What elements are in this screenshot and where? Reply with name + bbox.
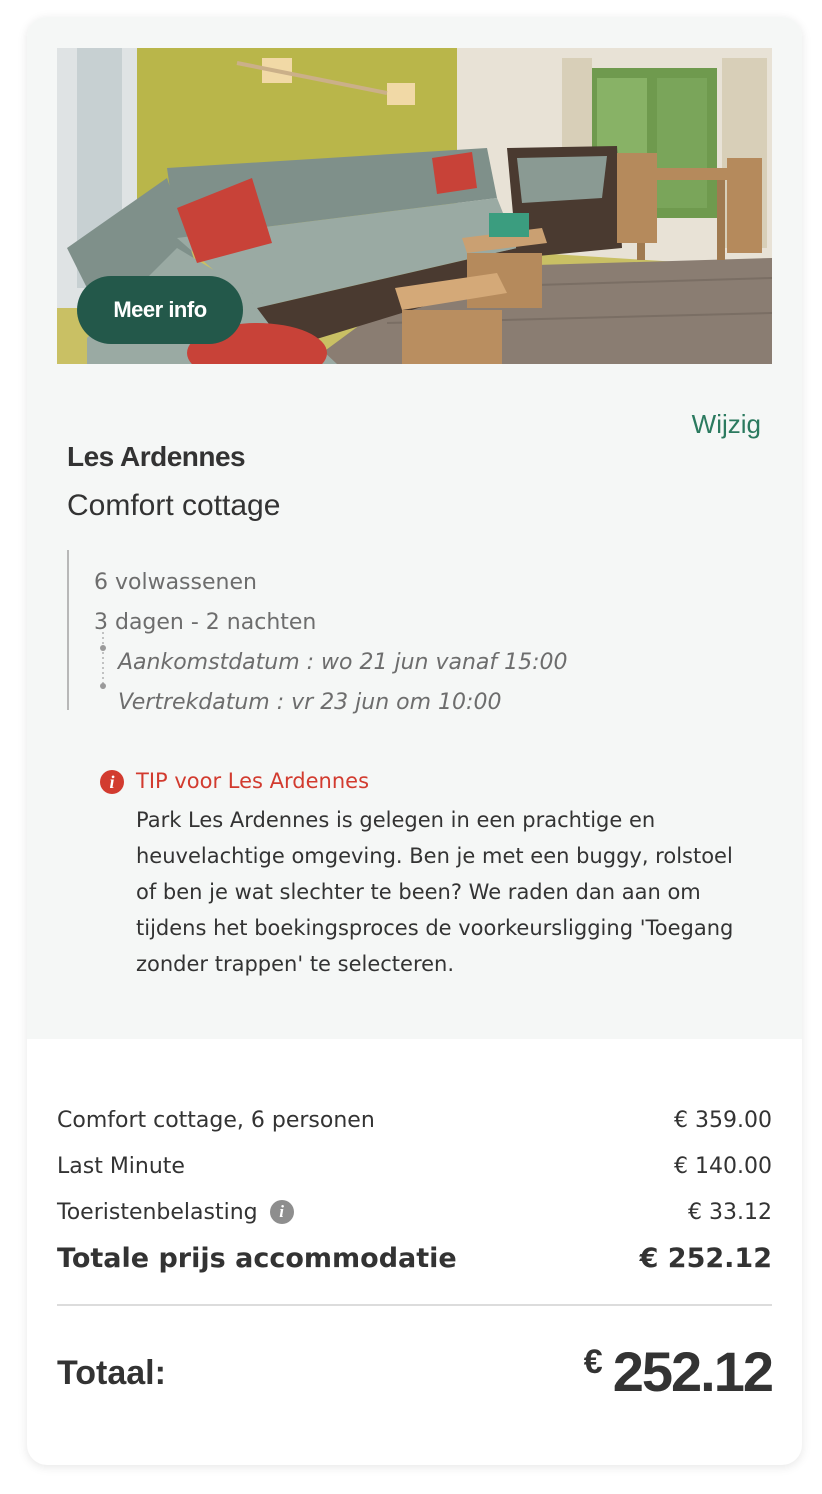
info-icon: i [100, 770, 124, 794]
price-label-with-info: Toeristenbelasting i [57, 1200, 294, 1225]
grand-total-value: 252.12 [612, 1340, 774, 1403]
price-label: Comfort cottage, 6 personen [57, 1107, 375, 1133]
accommodation-photo: Meer info [57, 48, 772, 364]
stay-details: 6 volwassenen 3 dagen - 2 nachten Aankom… [67, 550, 669, 715]
park-name: Les Ardennes [67, 441, 246, 472]
price-amount: € 140.00 [674, 1153, 772, 1179]
price-row: Toeristenbelasting i € 33.12 [57, 1192, 772, 1232]
date-timeline-icon [100, 632, 106, 690]
price-row: Last Minute € 140.00 [57, 1146, 772, 1186]
price-label: Last Minute [57, 1153, 185, 1179]
price-amount: € 359.00 [674, 1107, 772, 1133]
grand-total-amount: € 252.12 [583, 1339, 774, 1404]
price-row: Comfort cottage, 6 personen € 359.00 [57, 1100, 772, 1140]
more-info-button[interactable]: Meer info [77, 276, 243, 344]
accommodation-total-amount: € 252.12 [639, 1242, 772, 1274]
booking-summary-card: Meer info Wijzig Les Ardennes Comfort co… [27, 17, 802, 1465]
arrival-date: Aankomstdatum : wo 21 jun vanaf 15:00 [118, 650, 568, 675]
tip-body: Park Les Ardennes is gelegen in een prac… [136, 808, 734, 976]
booking-details-section: Meer info Wijzig Les Ardennes Comfort co… [27, 17, 802, 1039]
change-link[interactable]: Wijzig [692, 409, 761, 440]
tip-title: TIP voor Les Ardennes [136, 769, 370, 793]
divider [57, 1304, 772, 1306]
accommodation-total-label: Totale prijs accommodatie [57, 1242, 457, 1274]
grand-total-label: Totaal: [57, 1354, 166, 1392]
price-label: Toeristenbelasting [57, 1199, 258, 1225]
stay-duration: 3 dagen - 2 nachten [94, 610, 317, 635]
info-icon[interactable]: i [269, 1200, 294, 1224]
price-amount: € 33.12 [688, 1199, 772, 1225]
currency-symbol: € [583, 1343, 603, 1381]
guest-count: 6 volwassenen [94, 570, 257, 595]
accommodation-type: Comfort cottage [67, 489, 281, 522]
departure-date: Vertrekdatum : vr 23 jun om 10:00 [118, 690, 502, 715]
accommodation-total-row: Totale prijs accommodatie € 252.12 [57, 1238, 772, 1278]
